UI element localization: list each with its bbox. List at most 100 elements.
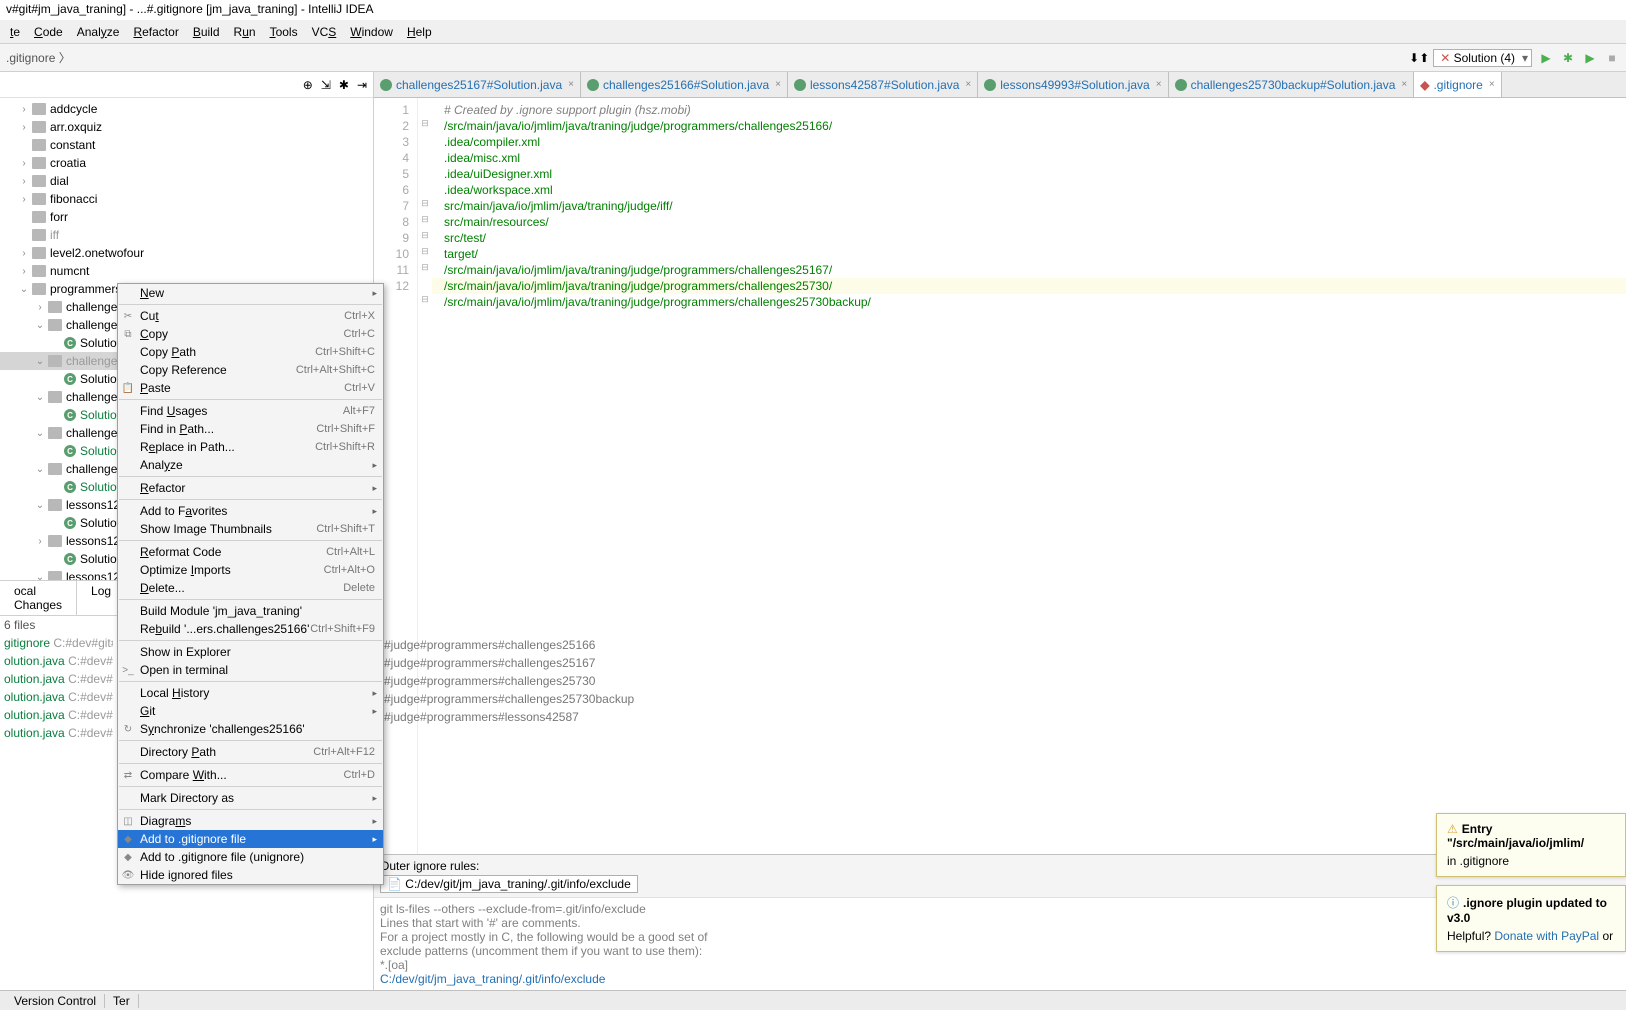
menu-item[interactable]: ⇄Compare With...Ctrl+D <box>118 766 383 784</box>
tree-item[interactable]: ›dial <box>0 172 373 190</box>
menu-item[interactable]: ⧉CopyCtrl+C <box>118 325 383 343</box>
changed-file-paths: #judge#programmers#challenges25166#judge… <box>384 636 634 726</box>
menu-item[interactable]: Find in Path...Ctrl+Shift+F <box>118 420 383 438</box>
menu-item[interactable]: Find UsagesAlt+F7 <box>118 402 383 420</box>
menu-item[interactable]: Show in Explorer <box>118 643 383 661</box>
menu-item[interactable]: ◆Add to .gitignore file (unignore) <box>118 848 383 866</box>
breadcrumb-bar: .gitignore 〉 ⬇⬆ ✕ Solution (4) ▾ ▶ ✱ ▶ ■ <box>0 44 1626 72</box>
menu-item[interactable]: 👁Hide ignored files <box>118 866 383 884</box>
vcs-changes-tabs: ocal Changes Log <box>0 581 117 616</box>
close-icon[interactable]: × <box>965 79 971 90</box>
tree-item[interactable]: ›croatia <box>0 154 373 172</box>
tree-item[interactable]: ›addcycle <box>0 100 373 118</box>
run-icon[interactable]: ▶ <box>1538 50 1554 66</box>
hide-icon[interactable]: ⇥ <box>357 78 367 92</box>
menu-item[interactable]: Show Image ThumbnailsCtrl+Shift+T <box>118 520 383 538</box>
changed-file[interactable]: olution.java C:#dev#git# <box>4 672 113 690</box>
menu-run[interactable]: Run <box>228 23 262 41</box>
editor-tab[interactable]: challenges25730backup#Solution.java× <box>1169 72 1415 97</box>
menu-item[interactable]: Optimize ImportsCtrl+Alt+O <box>118 561 383 579</box>
changes-list[interactable]: gitignore C:#dev#git#jmolution.java C:#d… <box>0 634 117 746</box>
notification[interactable]: ⚠Entry "/src/main/java/io/jmlim/in .giti… <box>1436 813 1626 877</box>
menu-vcs[interactable]: VCS <box>306 23 343 41</box>
menu-item[interactable]: Rebuild '...ers.challenges25166'Ctrl+Shi… <box>118 620 383 638</box>
menu-build[interactable]: Build <box>187 23 226 41</box>
settings-icon[interactable]: ✱ <box>339 78 349 92</box>
menu-item[interactable]: Add to Favorites <box>118 502 383 520</box>
changed-file[interactable]: olution.java C:#dev#git# <box>4 654 113 672</box>
notification-stack: ⚠Entry "/src/main/java/io/jmlim/in .giti… <box>1436 813 1626 960</box>
menu-item[interactable]: Build Module 'jm_java_traning' <box>118 602 383 620</box>
changed-file[interactable]: gitignore C:#dev#git#jm <box>4 636 113 654</box>
menu-help[interactable]: Help <box>401 23 438 41</box>
changed-file[interactable]: olution.java C:#dev#git# <box>4 726 113 744</box>
notification[interactable]: ⓘ.ignore plugin updated to v3.0Helpful? … <box>1436 885 1626 952</box>
locate-icon[interactable]: ⊕ <box>303 78 313 92</box>
menu-item[interactable]: 📋PasteCtrl+V <box>118 379 383 397</box>
menu-item[interactable]: ◫Diagrams <box>118 812 383 830</box>
close-icon[interactable]: × <box>1156 79 1162 90</box>
coverage-icon[interactable]: ▶ <box>1582 50 1598 66</box>
editor-tab[interactable]: challenges25167#Solution.java× <box>374 72 581 97</box>
menu-te[interactable]: te <box>4 23 26 41</box>
editor-tab[interactable]: lessons42587#Solution.java× <box>788 72 978 97</box>
menu-code[interactable]: Code <box>28 23 69 41</box>
menu-item[interactable]: >_Open in terminal <box>118 661 383 679</box>
fold-gutter[interactable]: ⊟⊟⊟⊟⊟⊟⊟ <box>418 98 432 854</box>
changed-file[interactable]: olution.java C:#dev#git# <box>4 690 113 708</box>
outer-rules-file[interactable]: 📄 C:/dev/git/jm_java_traning/.git/info/e… <box>380 875 638 893</box>
tree-item[interactable]: ›fibonacci <box>0 190 373 208</box>
tree-item[interactable]: ›level2.onetwofour <box>0 244 373 262</box>
code-content[interactable]: # Created by .ignore support plugin (hsz… <box>432 98 1626 854</box>
editor-tab[interactable]: challenges25166#Solution.java× <box>581 72 788 97</box>
menu-item[interactable]: Local History <box>118 684 383 702</box>
editor-tab[interactable]: lessons49993#Solution.java× <box>978 72 1168 97</box>
changed-file[interactable]: olution.java C:#dev#git# <box>4 708 113 726</box>
tab-local-changes[interactable]: ocal Changes <box>0 581 77 615</box>
close-icon[interactable]: × <box>568 79 574 90</box>
menu-item[interactable]: Replace in Path...Ctrl+Shift+R <box>118 438 383 456</box>
menu-item[interactable]: Git <box>118 702 383 720</box>
stop-icon[interactable]: ■ <box>1604 50 1620 66</box>
menu-analyze[interactable]: Analyze <box>71 23 126 41</box>
menu-bar: teCodeAnalyzeRefactorBuildRunToolsVCSWin… <box>0 20 1626 44</box>
status-version-control[interactable]: Version Control <box>6 994 105 1008</box>
menu-item[interactable]: Copy PathCtrl+Shift+C <box>118 343 383 361</box>
menu-item[interactable]: Reformat CodeCtrl+Alt+L <box>118 543 383 561</box>
menu-item[interactable]: ↻Synchronize 'challenges25166' <box>118 720 383 738</box>
collapse-icon[interactable]: ⇲ <box>321 78 331 92</box>
build-icon[interactable]: ⬇⬆ <box>1411 50 1427 66</box>
menu-item[interactable]: ✂CutCtrl+X <box>118 307 383 325</box>
menu-item[interactable]: Mark Directory as <box>118 789 383 807</box>
menu-item[interactable]: Analyze <box>118 456 383 474</box>
run-config-dropdown[interactable]: ✕ Solution (4) ▾ <box>1433 49 1532 67</box>
menu-item[interactable]: ◆Add to .gitignore file <box>118 830 383 848</box>
menu-item[interactable]: Directory PathCtrl+Alt+F12 <box>118 743 383 761</box>
close-icon[interactable]: × <box>1489 79 1495 90</box>
tree-item[interactable]: ›numcnt <box>0 262 373 280</box>
tree-item[interactable]: constant <box>0 136 373 154</box>
tree-item[interactable]: iff <box>0 226 373 244</box>
menu-refactor[interactable]: Refactor <box>127 23 184 41</box>
window-title: v#git#jm_java_traning] - ...#.gitignore … <box>0 0 1626 20</box>
breadcrumb[interactable]: .gitignore 〉 <box>6 49 71 66</box>
status-bar: Version Control Ter <box>0 990 1626 1010</box>
changes-count: 6 files <box>0 616 117 634</box>
outer-rules-label: Outer ignore rules: <box>380 859 1620 873</box>
menu-item[interactable]: Copy ReferenceCtrl+Alt+Shift+C <box>118 361 383 379</box>
editor-tab[interactable]: ◆.gitignore× <box>1414 72 1501 97</box>
menu-tools[interactable]: Tools <box>264 23 304 41</box>
context-menu[interactable]: New ✂CutCtrl+X⧉CopyCtrl+CCopy PathCtrl+Sh… <box>117 283 384 885</box>
tree-item[interactable]: ›arr.oxquiz <box>0 118 373 136</box>
editor-tabs: challenges25167#Solution.java×challenges… <box>374 72 1626 98</box>
close-icon[interactable]: × <box>775 79 781 90</box>
menu-item[interactable]: Delete...Delete <box>118 579 383 597</box>
menu-item[interactable]: New <box>118 284 383 302</box>
debug-icon[interactable]: ✱ <box>1560 50 1576 66</box>
tree-item[interactable]: forr <box>0 208 373 226</box>
menu-window[interactable]: Window <box>344 23 399 41</box>
status-terminal[interactable]: Ter <box>105 994 139 1008</box>
menu-item[interactable]: Refactor <box>118 479 383 497</box>
close-icon[interactable]: × <box>1401 79 1407 90</box>
code-editor[interactable]: 123456789101112 ⊟⊟⊟⊟⊟⊟⊟ # Created by .ig… <box>374 98 1626 854</box>
